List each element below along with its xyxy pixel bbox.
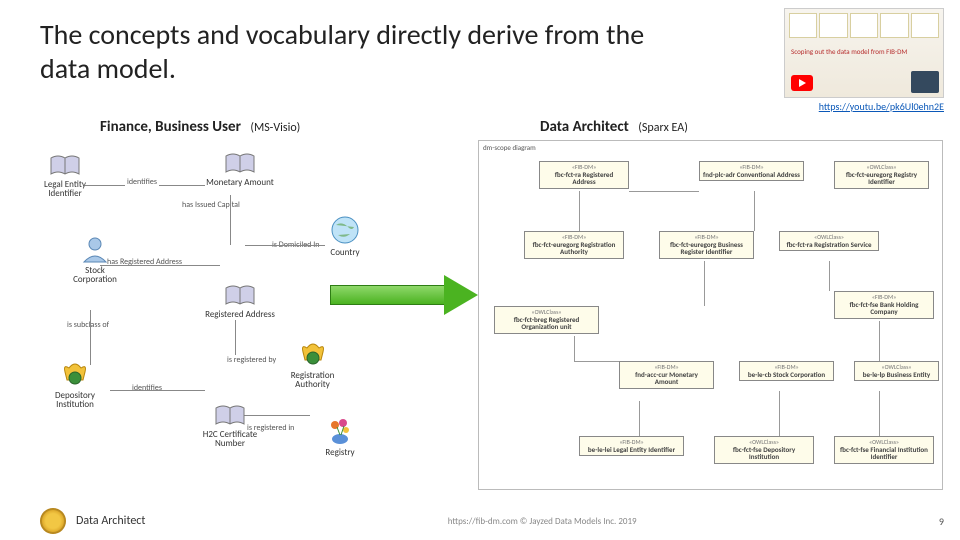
- ea-box-b10: «FIB-DM»be-le-cb Stock Corporation: [739, 361, 834, 381]
- node-registry: Registry: [310, 415, 370, 457]
- ea-box-b7: «OWLClass»fbc-fct-breg Registered Organi…: [494, 306, 599, 334]
- derive-arrow-icon: [330, 275, 480, 315]
- ea-box-b1: «FIB-DM»fbc-fct-ra Registered Address: [539, 161, 629, 189]
- edge-label-identifies2: identifies: [130, 383, 164, 393]
- ea-box-b14: «OWLClass»fbc-fct-fse Financial Institut…: [834, 436, 934, 464]
- ea-box-b2: «FIB-DM»fnd-plc-adr Conventional Address: [699, 161, 804, 181]
- seal-icon: [40, 508, 66, 534]
- video-link[interactable]: https://youtu.be/pk6Ul0ehn2E: [819, 100, 944, 113]
- ea-box-b6: «OWLClass»fbc-fct-ra Registration Servic…: [779, 231, 879, 251]
- video-caption: Scoping out the data model from FIB-DM: [791, 47, 907, 56]
- edge-label-subclass: is subclass of: [65, 320, 111, 330]
- node-country: Country: [315, 215, 375, 257]
- node-depinst: Depository Institution: [40, 360, 110, 410]
- ea-box-b13: «OWLClass»fbc-fct-fse Depository Institu…: [714, 436, 814, 464]
- ea-diagram: dm-scope diagram «FIB-DM»fbc-fct-ra Regi…: [478, 140, 943, 490]
- ea-box-b4: «FIB-DM»fbc-fct-euregorg Registration Au…: [524, 231, 624, 259]
- node-regaddr: Registered Address: [205, 285, 275, 319]
- footer: Data Architect https://fib-dm.com © Jayz…: [40, 508, 944, 534]
- node-hccert: H2C Certificate Number: [195, 405, 265, 449]
- node-lei: Legal Entity Identifier: [30, 155, 100, 199]
- video-thumb-row: [785, 9, 943, 42]
- subheading-da-tool: (Sparx EA): [638, 121, 688, 135]
- page-number: 9: [939, 515, 944, 528]
- footer-role: Data Architect: [76, 514, 145, 528]
- youtube-icon[interactable]: [791, 75, 813, 91]
- node-regauth: Registration Authority: [275, 340, 350, 390]
- subheading-data-architect: Data Architect (Sparx EA): [540, 118, 688, 136]
- video-thumbnail[interactable]: Scoping out the data model from FIB-DM: [784, 8, 944, 98]
- visio-diagram: identifies has Issued Capital is Domicil…: [30, 145, 460, 485]
- subheading-da-label: Data Architect: [540, 118, 629, 136]
- ea-box-b5: «FIB-DM»fbc-fct-euregorg Business Regist…: [659, 231, 754, 259]
- node-stock: Stock Corporation: [65, 235, 125, 285]
- ea-diagram-title: dm-scope diagram: [483, 143, 536, 152]
- ea-box-b9: «FIB-DM»fnd-acc-cur Monetary Amount: [619, 361, 714, 389]
- edge-label-identifies: identifies: [125, 177, 159, 187]
- subheading-finance-user: Finance, Business User (MS-Visio): [100, 118, 300, 136]
- ea-box-b12: «FIB-DM»be-le-lei Legal Entity Identifie…: [579, 436, 684, 456]
- subheading-fbu-label: Finance, Business User: [100, 118, 241, 136]
- node-monetary: Monetary Amount: [205, 153, 275, 187]
- presenter-thumb: [911, 71, 939, 93]
- ea-box-b8: «FIB-DM»fbc-fct-fse Bank Holding Company: [834, 291, 934, 319]
- edge-label-issuedcap: has Issued Capital: [180, 200, 242, 210]
- footer-credit: https://fib-dm.com © Jayzed Data Models …: [448, 516, 637, 527]
- slide-title: The concepts and vocabulary directly der…: [40, 18, 680, 85]
- subheading-fbu-tool: (MS-Visio): [250, 121, 300, 135]
- ea-box-b11: «OWLClass»be-le-lp Business Entity: [854, 361, 939, 381]
- ea-box-b3: «OWLClass»fbc-fct-euregorg Registry Iden…: [834, 161, 929, 189]
- edge-label-regby: is registered by: [225, 355, 278, 365]
